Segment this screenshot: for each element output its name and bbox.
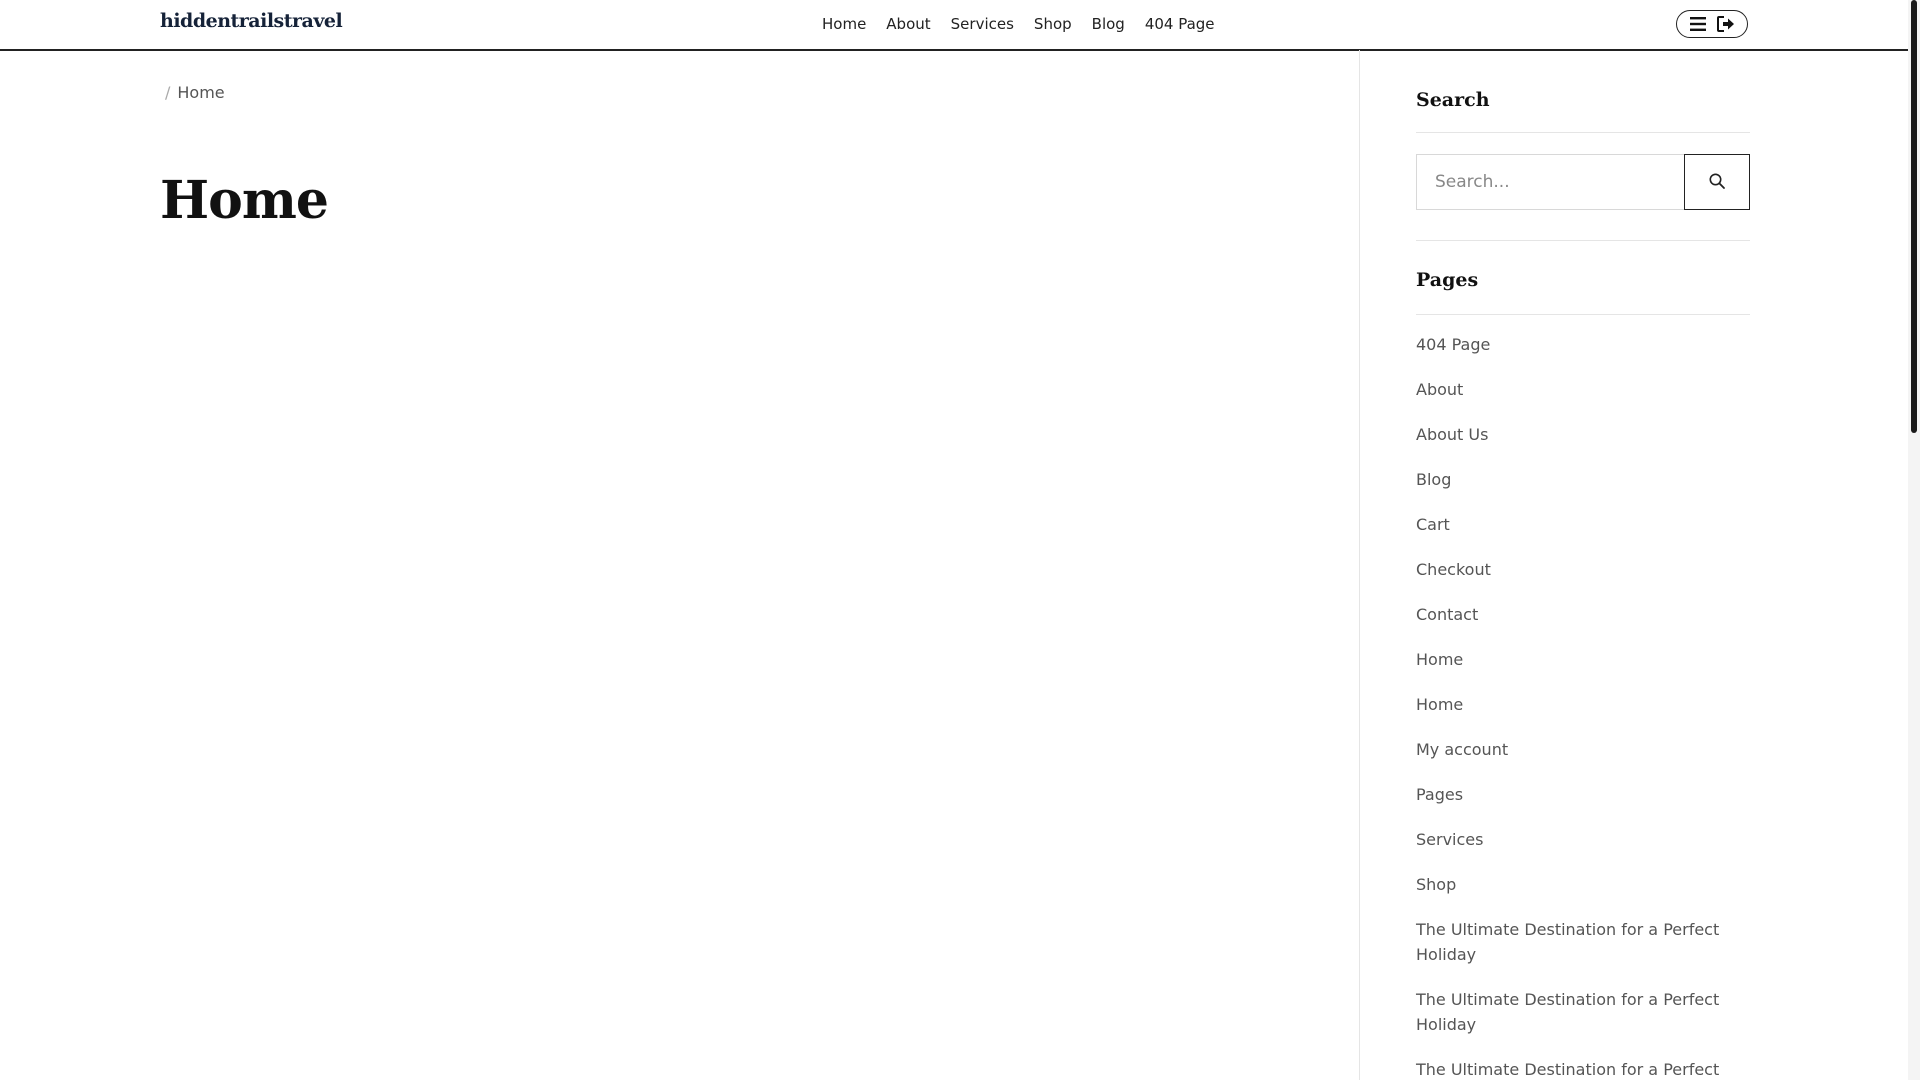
list-item: Pages — [1416, 782, 1750, 807]
divider — [1416, 314, 1750, 315]
list-item: Checkout — [1416, 557, 1750, 582]
page-link[interactable]: Blog — [1416, 470, 1451, 489]
page: hiddentrailstravel Home About Services S… — [0, 0, 1920, 1080]
breadcrumb-current: Home — [177, 83, 225, 102]
page-link[interactable]: Pages — [1416, 785, 1463, 804]
list-item: Home — [1416, 647, 1750, 672]
page-link[interactable]: About Us — [1416, 425, 1488, 444]
scrollbar[interactable] — [1908, 0, 1920, 1080]
page-link[interactable]: 404 Page — [1416, 335, 1490, 354]
list-item: Shop — [1416, 872, 1750, 897]
list-item: The Ultimate Destination for a Perfect H… — [1416, 917, 1750, 967]
list-item: 404 Page — [1416, 332, 1750, 357]
sidebar: Search Pages 404 Page About About Us Blo… — [1359, 50, 1909, 1080]
nav-item-blog[interactable]: Blog — [1092, 15, 1125, 33]
list-item: The Ultimate Destination for a Perfect H… — [1416, 1057, 1750, 1080]
header-actions — [1676, 10, 1748, 38]
page-title: Home — [160, 170, 329, 231]
nav-item-about[interactable]: About — [886, 15, 930, 33]
list-item: Contact — [1416, 602, 1750, 627]
nav-item-home[interactable]: Home — [822, 15, 866, 33]
page-link[interactable]: Cart — [1416, 515, 1450, 534]
page-link[interactable]: The Ultimate Destination for a Perfect H… — [1416, 990, 1719, 1034]
list-item: The Ultimate Destination for a Perfect H… — [1416, 987, 1750, 1037]
search-input[interactable] — [1416, 154, 1684, 210]
site-header: hiddentrailstravel Home About Services S… — [0, 0, 1908, 51]
search-widget-title: Search — [1416, 89, 1490, 111]
pages-widget-title: Pages — [1416, 269, 1479, 291]
list-item: Cart — [1416, 512, 1750, 537]
nav-item-services[interactable]: Services — [951, 15, 1014, 33]
search-icon — [1708, 172, 1726, 193]
search-form — [1416, 154, 1750, 210]
list-item: Home — [1416, 692, 1750, 717]
nav-item-404-page[interactable]: 404 Page — [1145, 15, 1215, 33]
page-link[interactable]: Home — [1416, 650, 1463, 669]
divider — [1416, 240, 1750, 241]
list-item: Blog — [1416, 467, 1750, 492]
page-link[interactable]: The Ultimate Destination for a Perfect H… — [1416, 920, 1719, 964]
page-link[interactable]: Contact — [1416, 605, 1478, 624]
nav-item-shop[interactable]: Shop — [1034, 15, 1072, 33]
page-link[interactable]: Home — [1416, 695, 1463, 714]
page-link[interactable]: Services — [1416, 830, 1483, 849]
pages-list: 404 Page About About Us Blog Cart Checko… — [1416, 332, 1750, 1080]
main-nav: Home About Services Shop Blog 404 Page — [822, 15, 1235, 33]
divider — [1416, 132, 1750, 133]
page-link[interactable]: Shop — [1416, 875, 1456, 894]
page-link[interactable]: My account — [1416, 740, 1508, 759]
breadcrumb: / Home — [165, 83, 225, 102]
list-item: My account — [1416, 737, 1750, 762]
sign-in-icon[interactable] — [1717, 15, 1735, 33]
page-link[interactable]: Checkout — [1416, 560, 1491, 579]
breadcrumb-separator: / — [165, 83, 171, 102]
menu-icon[interactable] — [1689, 15, 1707, 33]
scrollbar-thumb[interactable] — [1911, 0, 1917, 433]
list-item: Services — [1416, 827, 1750, 852]
list-item: About — [1416, 377, 1750, 402]
page-link[interactable]: About — [1416, 380, 1463, 399]
page-link[interactable]: The Ultimate Destination for a Perfect H… — [1416, 1060, 1719, 1080]
search-button[interactable] — [1684, 154, 1750, 210]
site-logo[interactable]: hiddentrailstravel — [160, 10, 343, 32]
list-item: About Us — [1416, 422, 1750, 447]
